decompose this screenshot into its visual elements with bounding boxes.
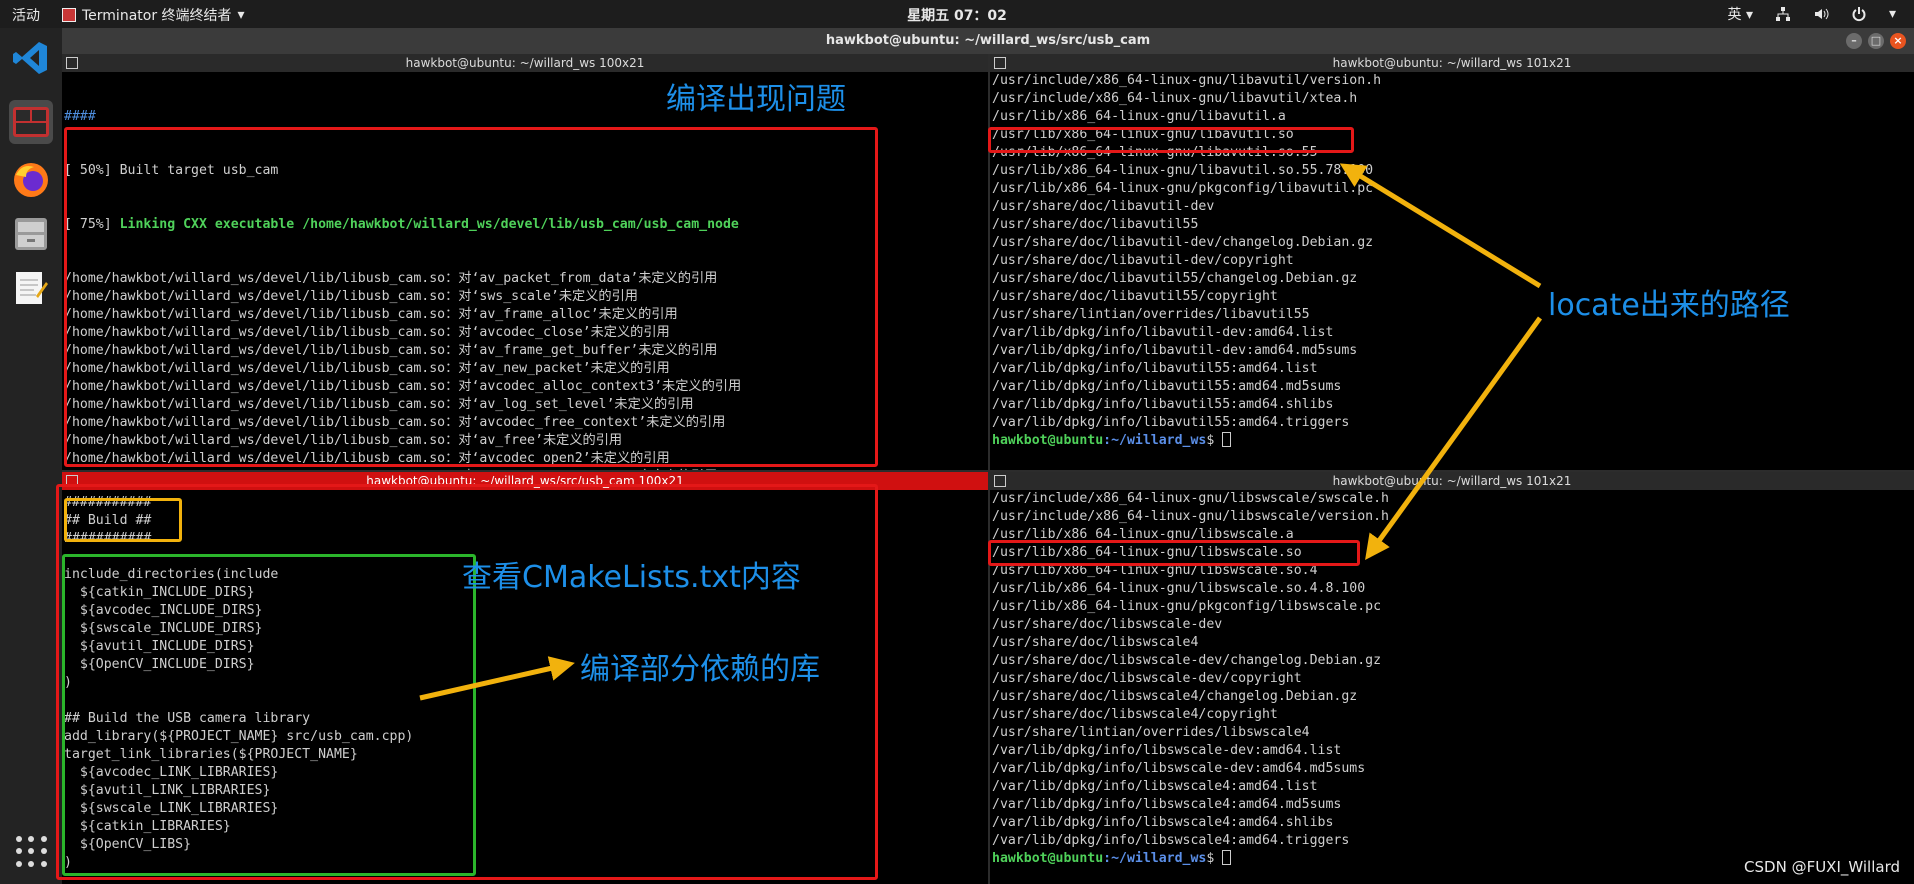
libavutil-highlight-box — [988, 127, 1354, 153]
window-controls: – □ × — [1846, 33, 1906, 49]
window-title: hawkbot@ubuntu: ~/willard_ws/src/usb_cam — [825, 33, 1151, 48]
terminal-line: /var/lib/dpkg/info/libswscale4:amd64.shl… — [992, 815, 1334, 830]
error-message: ’未定义的引用 — [630, 469, 717, 470]
terminal-line: /usr/share/doc/libavutil-dev — [992, 199, 1215, 214]
terminal-line: /usr/include/x86_64-linux-gnu/libswscale… — [992, 509, 1389, 524]
prompt-path: :~/willard_ws — [1103, 851, 1207, 866]
terminal-line: /usr/share/doc/libavutil-dev/changelog.D… — [992, 235, 1374, 250]
terminal-line: /usr/share/lintian/overrides/libswscale4 — [992, 725, 1310, 740]
power-icon[interactable] — [1851, 6, 1867, 22]
terminal-line: /usr/share/doc/libswscale4 — [992, 635, 1199, 650]
terminal-line: /usr/lib/x86_64-linux-gnu/libswscale.so.… — [992, 581, 1366, 596]
terminal-icon — [994, 57, 1006, 69]
terminal-line: /usr/share/doc/libavutil55 — [992, 217, 1199, 232]
include-dirs-highlight-box — [62, 554, 476, 876]
prompt-sign: $ — [1206, 851, 1223, 866]
prompt-user: hawkbot@ubuntu — [992, 851, 1104, 866]
chevron-down-icon: ▾ — [1745, 7, 1753, 23]
terminal-cursor — [1222, 850, 1232, 865]
annotation-view-cmake: 查看CMakeLists.txt内容 — [462, 560, 801, 595]
terminator-icon[interactable] — [9, 100, 53, 144]
minimize-button[interactable]: – — [1846, 33, 1862, 49]
firefox-icon[interactable] — [9, 158, 53, 202]
prompt-user: hawkbot@ubuntu — [992, 433, 1104, 448]
terminal-line: /var/lib/dpkg/info/libavutil-dev:amd64.m… — [992, 343, 1358, 358]
error-path: /home/hawkbot/willard_ws/devel/lib/libus… — [64, 469, 479, 470]
terminal-pane-bottom-right[interactable]: hawkbot@ubuntu: ~/willard_ws 101x21 /usr… — [990, 472, 1914, 884]
close-button[interactable]: × — [1890, 33, 1906, 49]
annotation-compile-problem: 编译出现问题 — [666, 82, 846, 117]
prompt-sign: $ — [1206, 433, 1223, 448]
terminal-line: /usr/include/x86_64-linux-gnu/libavutil/… — [992, 91, 1358, 106]
terminal-line: /var/lib/dpkg/info/libavutil55:amd64.tri… — [992, 415, 1350, 430]
system-tray: 英 ▾ ▾ — [1727, 4, 1896, 24]
terminal-line: /var/lib/dpkg/info/libswscale-dev:amd64.… — [992, 743, 1342, 758]
chevron-down-icon[interactable]: ▾ — [1889, 6, 1896, 22]
maximize-button[interactable]: □ — [1868, 33, 1884, 49]
undefined-symbol: avcodec_send_packet — [479, 469, 630, 470]
prompt-path: :~/willard_ws — [1103, 433, 1207, 448]
terminal-line: /usr/lib/x86_64-linux-gnu/libavutil.so.5… — [992, 163, 1374, 178]
volume-icon[interactable] — [1813, 6, 1829, 22]
annotation-locate-path: locate出来的路径 — [1548, 288, 1790, 323]
terminal-line: /var/lib/dpkg/info/libswscale4:amd64.tri… — [992, 833, 1350, 848]
terminal-line: /usr/share/doc/libswscale-dev/changelog.… — [992, 653, 1382, 668]
terminal-line: /var/lib/dpkg/info/libswscale4:amd64.md5… — [992, 797, 1342, 812]
terminal-line: /usr/lib/x86_64-linux-gnu/libavutil.a — [992, 109, 1286, 124]
clock[interactable]: 星期五 07：02 — [0, 5, 1914, 25]
terminal-pane-top-right[interactable]: hawkbot@ubuntu: ~/willard_ws 101x21 /usr… — [990, 54, 1914, 470]
top-bar: 活动 Terminator 终端终结者 ▾ 星期五 07：02 英 ▾ ▾ — [0, 0, 1914, 28]
terminal-icon — [994, 475, 1006, 487]
terminal-line: /usr/share/doc/libavutil-dev/copyright — [992, 253, 1294, 268]
terminal-line: /usr/lib/x86_64-linux-gnu/pkgconfig/liba… — [992, 181, 1374, 196]
input-method-label: 英 — [1727, 7, 1742, 23]
terminal-cursor — [1222, 432, 1232, 447]
annotation-compile-deps: 编译部分依赖的库 — [580, 652, 820, 687]
libswscale-highlight-box — [988, 540, 1360, 566]
dock — [0, 28, 62, 884]
pane-title: hawkbot@ubuntu: ~/willard_ws 100x21 — [405, 56, 645, 70]
terminal-line: #### — [64, 109, 96, 124]
shell-prompt[interactable]: hawkbot@ubuntu:~/willard_ws$ — [992, 432, 1914, 450]
terminal-line: /usr/share/doc/libswscale-dev/copyright — [992, 671, 1302, 686]
watermark: CSDN @FUXI_Willard — [1744, 858, 1900, 876]
terminal-icon — [66, 57, 78, 69]
pane-titlebar[interactable]: hawkbot@ubuntu: ~/willard_ws 100x21 — [62, 54, 988, 72]
terminal-line: /usr/include/x86_64-linux-gnu/libswscale… — [992, 491, 1389, 506]
terminal-line: /var/lib/dpkg/info/libavutil-dev:amd64.l… — [992, 325, 1334, 340]
terminal-line: /var/lib/dpkg/info/libavutil55:amd64.lis… — [992, 361, 1318, 376]
pane-titlebar[interactable]: hawkbot@ubuntu: ~/willard_ws 101x21 — [990, 54, 1914, 72]
terminal-line: /usr/share/doc/libswscale4/changelog.Deb… — [992, 689, 1358, 704]
terminal-line: /usr/share/doc/libswscale-dev — [992, 617, 1223, 632]
terminal-line: /var/lib/dpkg/info/libswscale-dev:amd64.… — [992, 761, 1366, 776]
terminal-line: /var/lib/dpkg/info/libswscale4:amd64.lis… — [992, 779, 1318, 794]
terminal-line: /var/lib/dpkg/info/libavutil55:amd64.shl… — [992, 397, 1334, 412]
pane-title: hawkbot@ubuntu: ~/willard_ws 101x21 — [1332, 474, 1572, 488]
network-icon[interactable] — [1775, 6, 1791, 22]
build-section-highlight-box — [64, 498, 182, 542]
error-line: /home/hawkbot/willard_ws/devel/lib/libus… — [64, 468, 988, 470]
input-method-indicator[interactable]: 英 ▾ — [1727, 4, 1752, 24]
error-highlight-box — [64, 127, 878, 467]
terminal-line: /usr/share/doc/libswscale4/copyright — [992, 707, 1278, 722]
pane-title: hawkbot@ubuntu: ~/willard_ws 101x21 — [1332, 56, 1572, 70]
terminal-line: /var/lib/dpkg/info/libavutil55:amd64.md5… — [992, 379, 1342, 394]
window-titlebar[interactable]: hawkbot@ubuntu: ~/willard_ws/src/usb_cam… — [62, 28, 1914, 54]
terminal-line: /usr/include/x86_64-linux-gnu/libavutil/… — [992, 73, 1382, 88]
terminal-line: /usr/lib/x86_64-linux-gnu/pkgconfig/libs… — [992, 599, 1382, 614]
text-editor-icon[interactable] — [9, 266, 53, 310]
show-apps-icon[interactable] — [16, 836, 48, 868]
vscode-icon[interactable] — [9, 36, 53, 80]
files-icon[interactable] — [9, 212, 53, 256]
pane-titlebar[interactable]: hawkbot@ubuntu: ~/willard_ws 101x21 — [990, 472, 1914, 490]
